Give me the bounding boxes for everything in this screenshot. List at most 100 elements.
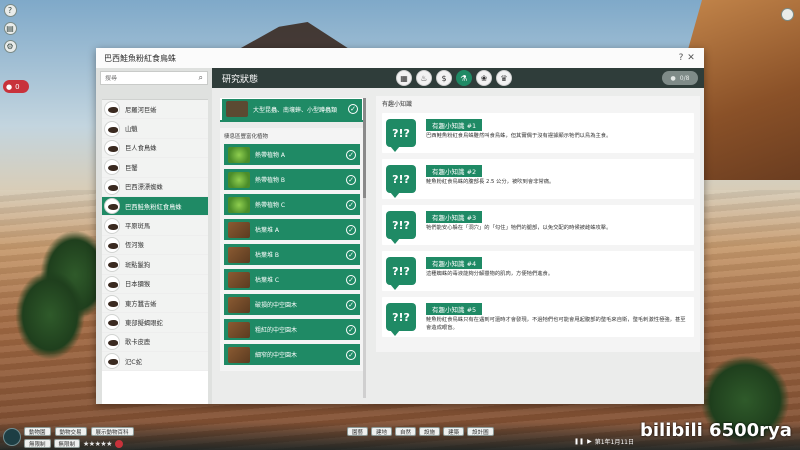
research-item[interactable]: 細窄的中空園木 ✓ bbox=[224, 344, 360, 365]
build-menu-button[interactable]: 自然 bbox=[395, 427, 417, 436]
build-menu-button[interactable]: 設施 bbox=[419, 427, 441, 436]
species-thumbnail bbox=[104, 275, 120, 292]
species-label: 巨人食鳥蛛 bbox=[125, 145, 157, 153]
check-icon: ✓ bbox=[348, 104, 358, 114]
search-icon[interactable]: ⌕ bbox=[199, 73, 203, 83]
species-thumbnail bbox=[104, 256, 120, 273]
fact-text: 鮭魚粉紅食鳥蛛只有在遇到可還時才會發現，不過牠們也可能會甩起腹部的螫毛來自衛，螫… bbox=[426, 317, 686, 331]
research-item[interactable]: 枯葉堆 B ✓ bbox=[224, 244, 360, 265]
fact-card: ?!? 有趣小知識 #1 巴西鮭魚粉紅食鳥蛛雖然叫食鳥蛛，但其實偶于沒有證據顯示牠們… bbox=[382, 113, 694, 153]
species-item[interactable]: 氾C蛇 bbox=[102, 352, 208, 372]
item-thumbnail bbox=[228, 296, 250, 313]
gear-icon[interactable]: ⚙ bbox=[3, 40, 17, 53]
species-label: 巴西漂漂蜘蛛 bbox=[125, 184, 163, 192]
species-panel: ⌕ 尼羅河巨蜥山魈巨人食鳥蛛巨蟹巴西漂漂蜘蛛巴西鮭魚粉紅食鳥蛛平原斑馬恆河猴斑點… bbox=[96, 68, 212, 404]
build-menu-button[interactable]: 園藝 bbox=[347, 427, 369, 436]
item-thumbnail bbox=[228, 171, 250, 188]
close-icon[interactable]: ✕ bbox=[686, 53, 696, 63]
item-thumbnail bbox=[228, 146, 250, 163]
minimap-icon[interactable] bbox=[3, 428, 21, 446]
play-icon[interactable]: ▶ bbox=[587, 438, 592, 445]
research-item[interactable]: 熱帶植物 B ✓ bbox=[224, 169, 360, 190]
species-item[interactable]: 東方蠶吉蜥 bbox=[102, 293, 208, 314]
species-label: 東部擬蝎眼蛇 bbox=[125, 319, 163, 327]
fact-text: 巴西鮭魚粉紅食鳥蛛雖然叫食鳥蛛，但其實偶于沒有證據顯示牠們以鳥為主食。 bbox=[426, 133, 612, 139]
species-thumbnail bbox=[104, 236, 120, 253]
tab-funds[interactable]: $ bbox=[436, 70, 452, 86]
species-item[interactable]: 巨蟹 bbox=[102, 158, 208, 178]
tab-research[interactable]: ⚗ bbox=[456, 70, 472, 86]
build-menu-button[interactable]: 設計圖 bbox=[467, 427, 494, 436]
hud-left-toolbar: ? ▤ ⚙ bbox=[3, 4, 17, 53]
species-item[interactable]: 恆河猴 bbox=[102, 235, 208, 256]
fact-tag: 有趣小知識 #3 bbox=[426, 211, 483, 223]
detail-tabs: ▦ ♨ $ ⚗ ❀ ♛ bbox=[396, 70, 512, 86]
bottom-left-button[interactable]: 動物園 bbox=[24, 427, 51, 436]
research-top: 大型昆蟲、南壤蟀、小型蹲蟲類 ✓ bbox=[220, 98, 364, 122]
record-icon[interactable] bbox=[781, 8, 794, 21]
species-thumbnail bbox=[104, 178, 120, 195]
species-label: 斑點鬣狗 bbox=[125, 261, 151, 269]
species-label: 巴西鮭魚粉紅食鳥蛛 bbox=[125, 203, 182, 211]
date-label: 第1年1月11日 bbox=[594, 439, 634, 446]
bottom-left-button[interactable]: 展示動物百科 bbox=[90, 427, 134, 436]
mode-button[interactable]: 無限制 bbox=[24, 439, 51, 448]
background-palm bbox=[15, 270, 85, 360]
tab-paw[interactable]: ❀ bbox=[476, 70, 492, 86]
fact-text: 鮭魚粉紅食鳥蛛的腹部長 2.5 公分，被吹到會非常痛。 bbox=[426, 179, 555, 185]
species-item[interactable]: 山魈 bbox=[102, 119, 208, 139]
check-icon: ✓ bbox=[346, 249, 356, 260]
species-item[interactable]: 東部擬蝎眼蛇 bbox=[102, 313, 208, 333]
research-item[interactable]: 大型昆蟲、南壤蟀、小型蹲蟲類 ✓ bbox=[222, 98, 362, 120]
search-input[interactable] bbox=[105, 74, 199, 82]
species-item[interactable]: 巨人食鳥蛛 bbox=[102, 138, 208, 159]
build-menu-button[interactable]: 建地 bbox=[371, 427, 393, 436]
bottom-left-button[interactable]: 動物交易 bbox=[54, 427, 87, 436]
species-item[interactable]: 尼羅河巨蜥 bbox=[102, 100, 208, 120]
species-item[interactable]: 巴西漂漂蜘蛛 bbox=[102, 177, 208, 197]
species-thumbnail bbox=[104, 217, 120, 234]
help-icon[interactable]: ? bbox=[3, 4, 17, 17]
species-label: 歌卡皮鹿 bbox=[125, 339, 151, 347]
help-icon[interactable]: ? bbox=[676, 53, 686, 63]
species-item[interactable]: 斑點鬣狗 bbox=[102, 255, 208, 275]
alert-icon[interactable] bbox=[114, 439, 123, 448]
time-controls: ❚❚ ▶ 第1年1月11日 bbox=[574, 437, 634, 446]
rating-stars: ★★★★★ bbox=[83, 439, 112, 448]
dialog-title: 巴西鮭魚粉紅食鳥蛛 bbox=[104, 53, 176, 63]
fact-bubble-icon: ?!? bbox=[386, 119, 416, 152]
research-item[interactable]: 破損的中空園木 ✓ bbox=[224, 294, 360, 315]
tab-info[interactable]: ▦ bbox=[396, 70, 412, 86]
research-scrollbar[interactable] bbox=[363, 98, 366, 398]
tab-diet[interactable]: ♨ bbox=[416, 70, 432, 86]
item-thumbnail bbox=[228, 271, 250, 288]
species-item[interactable]: 日本獼猴 bbox=[102, 274, 208, 294]
pause-icon[interactable]: ❚❚ bbox=[574, 438, 584, 445]
mode-button[interactable]: 無限制 bbox=[53, 439, 81, 448]
fact-tag: 有趣小知識 #4 bbox=[426, 257, 483, 269]
research-item[interactable]: 熱帶植物 A ✓ bbox=[224, 144, 360, 165]
species-item[interactable]: 平原斑馬 bbox=[102, 216, 208, 236]
research-item[interactable]: 熱帶植物 C ✓ bbox=[224, 194, 360, 215]
species-list: 尼羅河巨蜥山魈巨人食鳥蛛巨蟹巴西漂漂蜘蛛巴西鮭魚粉紅食鳥蛛平原斑馬 恆河猴斑點鬣狗… bbox=[102, 99, 208, 404]
watermark: bilibili 6500rya bbox=[640, 420, 792, 441]
species-dialog: 巴西鮭魚粉紅食鳥蛛 ? ✕ ⌕ 尼羅河巨蜥山魈巨人食鳥蛛巨蟹巴西漂漂蜘蛛巴西鮭魚… bbox=[96, 48, 704, 404]
fact-bubble-icon: ?!? bbox=[386, 165, 416, 198]
guest-alert-counter[interactable]: ● 0 bbox=[3, 80, 29, 93]
calendar-icon[interactable]: ▤ bbox=[3, 22, 17, 35]
species-thumbnail bbox=[104, 159, 120, 176]
build-menu-button[interactable]: 建築 bbox=[443, 427, 465, 436]
search-box[interactable]: ⌕ bbox=[100, 71, 208, 85]
species-item[interactable]: 巴西鮭魚粉紅食鳥蛛 bbox=[102, 196, 208, 217]
research-item[interactable]: 枯葉堆 A ✓ bbox=[224, 219, 360, 240]
species-label: 氾C蛇 bbox=[125, 358, 142, 366]
species-label: 尼羅河巨蜥 bbox=[125, 106, 157, 114]
species-item[interactable]: 歌卡皮鹿 bbox=[102, 332, 208, 353]
species-label: 山魈 bbox=[125, 126, 138, 134]
research-item[interactable]: 粗紅的中空園木 ✓ bbox=[224, 319, 360, 340]
facts-panel: 有趣小知識 ?!? 有趣小知識 #1 巴西鮭魚粉紅食鳥蛛雖然叫食鳥蛛，但其實偶于沒有… bbox=[376, 96, 700, 352]
species-thumbnail bbox=[104, 139, 120, 156]
research-item[interactable]: 枯葉堆 C ✓ bbox=[224, 269, 360, 290]
tab-trophy[interactable]: ♛ bbox=[496, 70, 512, 86]
facts-title: 有趣小知識 bbox=[382, 101, 413, 108]
